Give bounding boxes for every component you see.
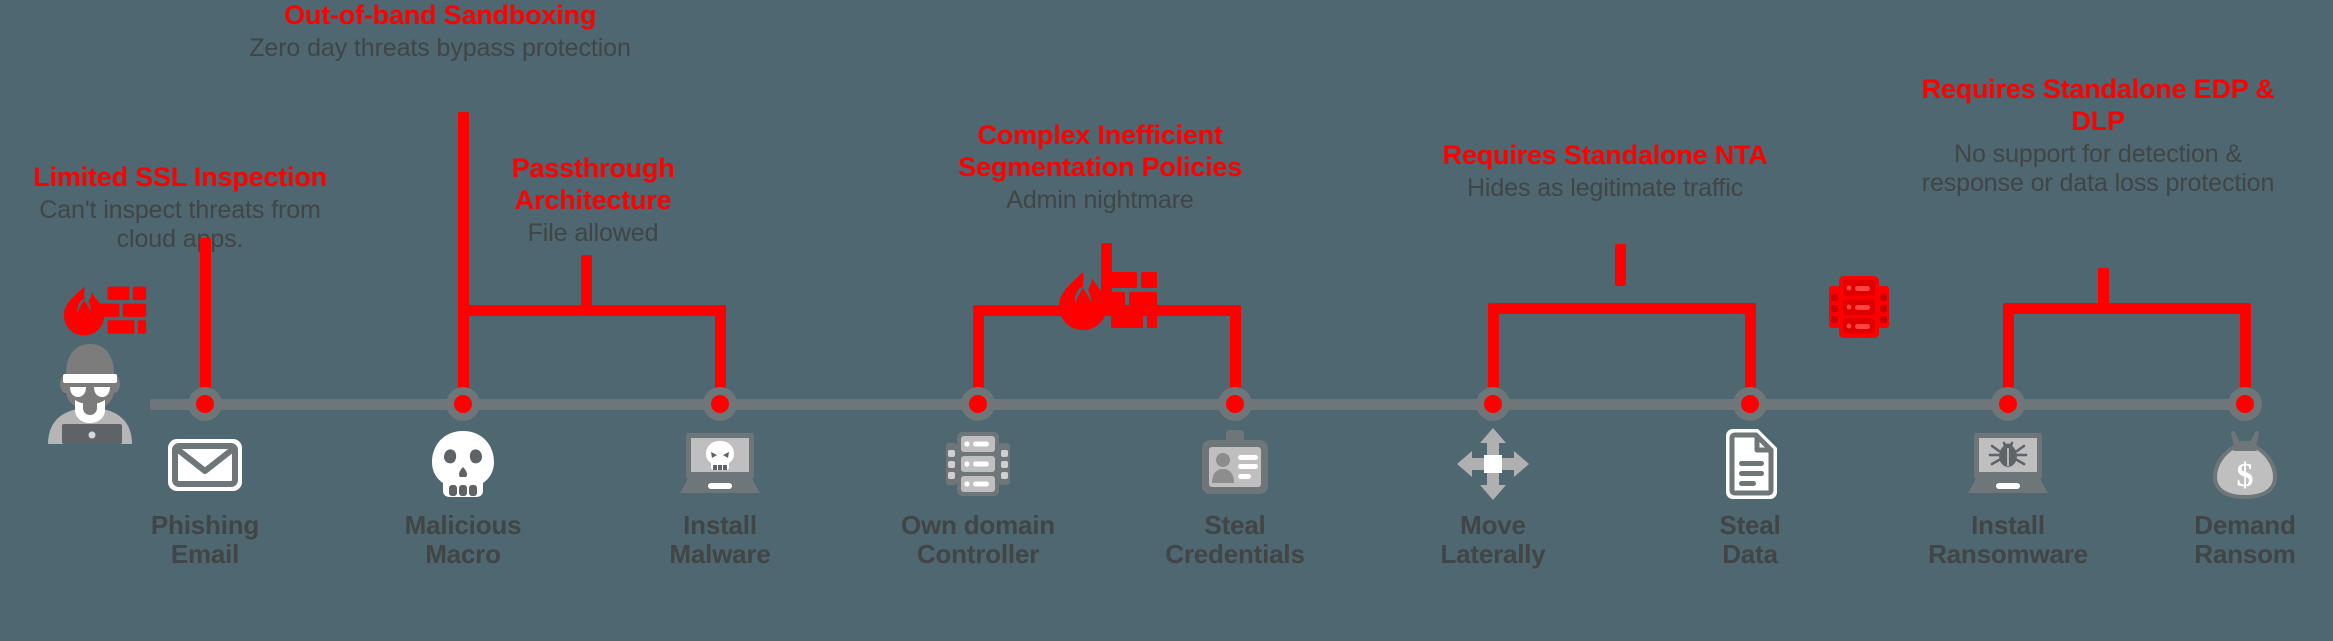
annotation-title: Requires Standalone NTA: [1442, 140, 1768, 170]
step-move-laterally[interactable]: Move Laterally: [1393, 425, 1593, 569]
attack-timeline-bar: [150, 387, 2262, 421]
nta-server-appliance-icon: [1828, 272, 1890, 342]
step-label: Install Malware: [669, 510, 771, 570]
id-badge-icon: [1135, 425, 1335, 503]
annotation-limited-ssl-inspection: Limited SSL Inspection Can't inspect thr…: [10, 162, 350, 255]
annotation-requires-standalone-nta: Requires Standalone NTA Hides as legitim…: [1410, 140, 1800, 203]
timeline-node-phishing-email[interactable]: [188, 387, 222, 421]
annotation-requires-standalone-edp-dlp: Requires Standalone EDP & DLP No support…: [1903, 74, 2293, 199]
node-dot: [969, 395, 987, 413]
connector-edp-dlp-stem: [2098, 268, 2109, 310]
annotation-subtitle: Admin nightmare: [1006, 185, 1194, 214]
envelope-icon: [105, 425, 305, 503]
step-install-ransomware[interactable]: Install Ransomware: [1908, 425, 2108, 569]
step-label: Malicious Macro: [404, 510, 522, 570]
node-dot: [196, 395, 214, 413]
step-malicious-macro[interactable]: Malicious Macro: [363, 425, 563, 569]
annotation-title: Limited SSL Inspection: [33, 162, 327, 192]
annotation-subtitle: File allowed: [527, 218, 659, 247]
document-icon: [1650, 425, 1850, 503]
timeline-node-install-malware[interactable]: [703, 387, 737, 421]
annotation-title: Requires Standalone EDP & DLP: [1921, 74, 2275, 136]
timeline-node-demand-ransom[interactable]: [2228, 387, 2262, 421]
step-own-domain-controller[interactable]: Own domain Controller: [878, 425, 1078, 569]
node-dot: [711, 395, 729, 413]
timeline-node-move-laterally[interactable]: [1476, 387, 1510, 421]
annotation-complex-segmentation-policies: Complex Inefficient Segmentation Policie…: [930, 120, 1270, 215]
node-dot: [2236, 395, 2254, 413]
node-dot: [1226, 395, 1244, 413]
connector-out-of-band-sandboxing: [458, 112, 469, 408]
annotation-out-of-band-sandboxing: Out-of-band Sandboxing Zero day threats …: [230, 0, 650, 63]
step-label: Steal Data: [1719, 510, 1781, 570]
timeline-node-steal-data[interactable]: [1733, 387, 1767, 421]
actor-firewall-icon: [58, 285, 148, 337]
annotation-title: Passthrough Architecture: [511, 153, 675, 215]
step-label: Move Laterally: [1440, 510, 1546, 570]
annotation-subtitle: No support for detection & response or d…: [1921, 139, 2275, 198]
timeline-node-steal-credentials[interactable]: [1218, 387, 1252, 421]
segmentation-firewall-icon: [1053, 270, 1158, 332]
svg-text:$: $: [2237, 457, 2254, 494]
step-label: Demand Ransom: [2194, 510, 2296, 570]
money-bag-icon: $: [2145, 425, 2333, 503]
timeline-node-install-ransomware[interactable]: [1991, 387, 2025, 421]
server-rack-icon: [878, 425, 1078, 503]
connector-edp-dlp-bracket-top: [2003, 303, 2251, 314]
connector-nta-stem: [1615, 244, 1626, 286]
annotation-passthrough-architecture: Passthrough Architecture File allowed: [478, 153, 708, 248]
step-steal-credentials[interactable]: Steal Credentials: [1135, 425, 1335, 569]
four-arrows-icon: [1393, 425, 1593, 503]
laptop-bug-icon: [1908, 425, 2108, 503]
annotation-subtitle: Zero day threats bypass protection: [249, 33, 631, 62]
connector-limited-ssl: [200, 238, 211, 408]
annotation-title: Out-of-band Sandboxing: [283, 0, 597, 30]
laptop-skull-icon: [620, 425, 820, 503]
annotation-title: Complex Inefficient Segmentation Policie…: [958, 120, 1242, 182]
node-dot: [454, 395, 472, 413]
step-steal-data[interactable]: Steal Data: [1650, 425, 1850, 569]
connector-passthrough-stem: [581, 255, 592, 310]
step-install-malware[interactable]: Install Malware: [620, 425, 820, 569]
timeline-node-malicious-macro[interactable]: [446, 387, 480, 421]
attack-chain-diagram: Limited SSL Inspection Can't inspect thr…: [0, 0, 2333, 641]
step-phishing-email[interactable]: Phishing Email: [105, 425, 305, 569]
annotation-subtitle: Hides as legitimate traffic: [1466, 173, 1744, 202]
node-dot: [1741, 395, 1759, 413]
timeline-node-own-domain-controller[interactable]: [961, 387, 995, 421]
step-demand-ransom[interactable]: $ Demand Ransom: [2145, 425, 2333, 569]
connector-nta-bracket-top: [1488, 303, 1756, 314]
node-dot: [1484, 395, 1502, 413]
step-label: Phishing Email: [150, 510, 260, 570]
step-label: Steal Credentials: [1165, 510, 1305, 570]
step-label: Install Ransomware: [1928, 510, 2088, 570]
step-label: Own domain Controller: [900, 510, 1055, 570]
skull-icon: [363, 425, 563, 503]
connector-passthrough-bracket-top: [458, 305, 726, 316]
node-dot: [1999, 395, 2017, 413]
annotation-subtitle: Can't inspect threats from cloud apps.: [39, 195, 321, 254]
